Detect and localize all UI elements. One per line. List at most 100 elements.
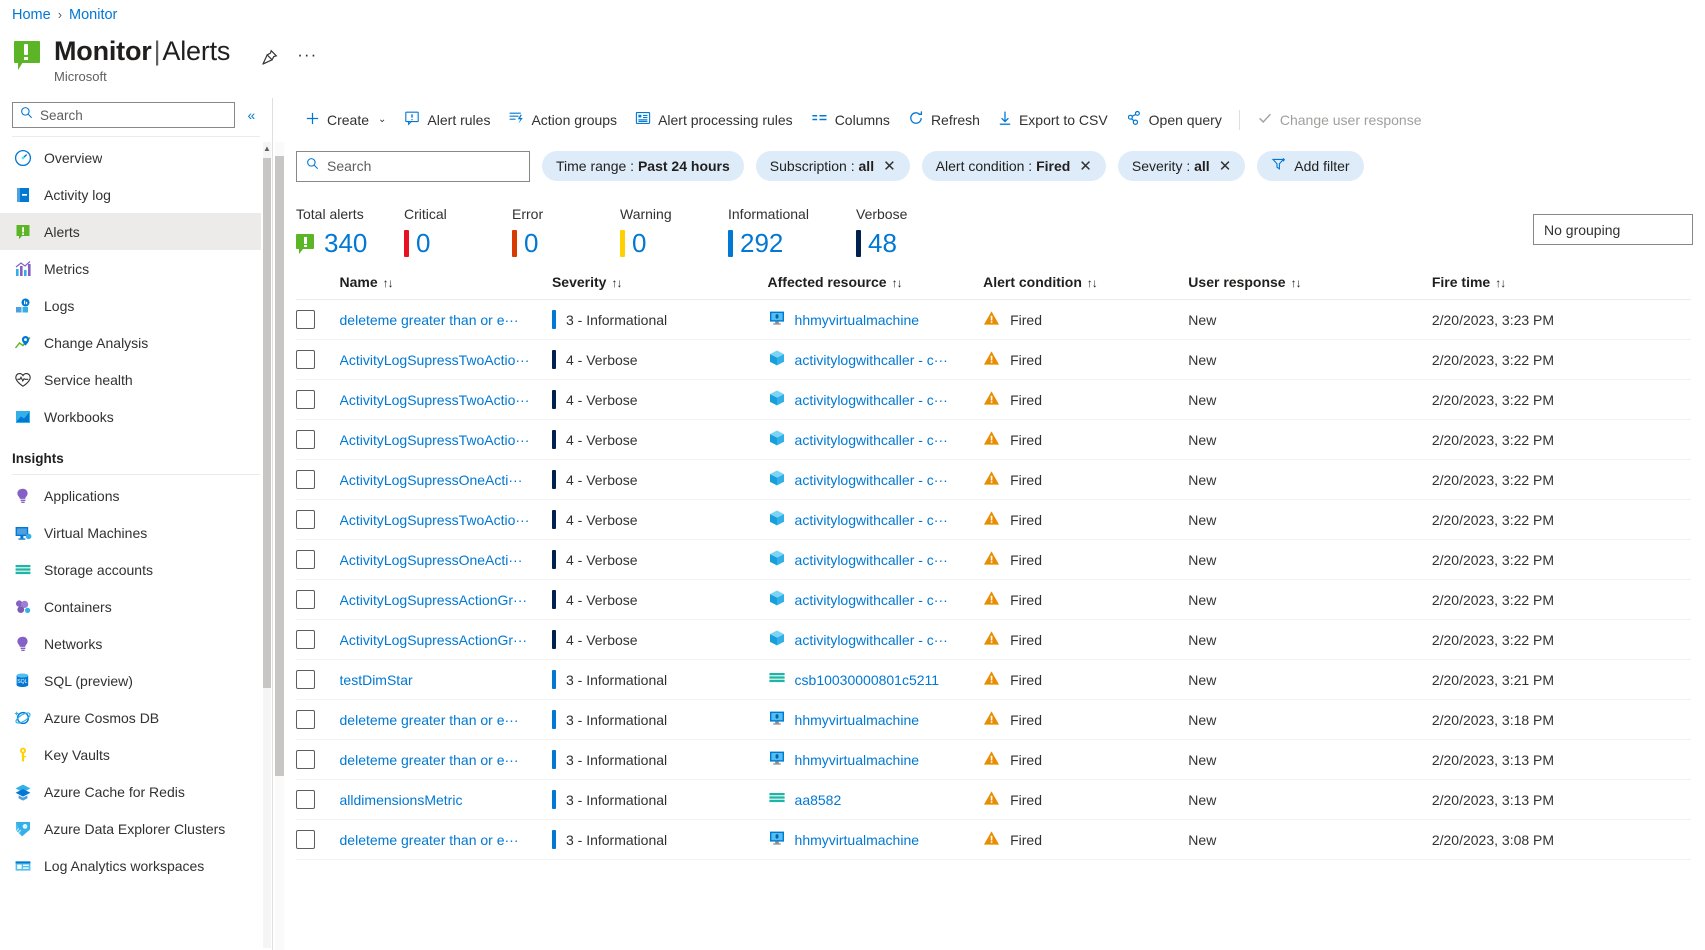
row-checkbox[interactable] (296, 670, 315, 689)
alert-processing-rules-button[interactable]: Alert processing rules (626, 104, 802, 136)
table-row[interactable]: deleteme greater than or e···3 - Informa… (296, 740, 1691, 780)
sidebar-collapse-button[interactable]: « (241, 102, 262, 128)
sidebar-item-log-analytics-workspaces[interactable]: Log Analytics workspaces (0, 847, 272, 884)
sidebar-item-metrics[interactable]: Metrics (0, 250, 272, 287)
grouping-dropdown[interactable]: No grouping (1533, 214, 1693, 245)
sidebar-item-azure-cosmos-db[interactable]: Azure Cosmos DB (0, 699, 272, 736)
table-row[interactable]: ActivityLogSupressActionGr···4 - Verbose… (296, 620, 1691, 660)
sidebar-item-storage-accounts[interactable]: Storage accounts (0, 551, 272, 588)
resource-link[interactable]: activitylogwithcaller - c··· (795, 432, 948, 448)
alert-name-link[interactable]: ActivityLogSupressActionGr··· (340, 632, 528, 648)
table-row[interactable]: deleteme greater than or e···3 - Informa… (296, 820, 1691, 860)
alert-name-link[interactable]: deleteme greater than or e··· (340, 312, 519, 328)
alert-name-link[interactable]: ActivityLogSupressTwoActio··· (340, 512, 530, 528)
table-row[interactable]: ActivityLogSupressTwoActio···4 - Verbose… (296, 380, 1691, 420)
table-row[interactable]: ActivityLogSupressActionGr···4 - Verbose… (296, 580, 1691, 620)
resource-link[interactable]: hhmyvirtualmachine (795, 312, 920, 328)
sidebar-item-change-analysis[interactable]: Change Analysis (0, 324, 272, 361)
table-row[interactable]: ActivityLogSupressTwoActio···4 - Verbose… (296, 500, 1691, 540)
table-row[interactable]: alldimensionsMetric3 - Informationalaa85… (296, 780, 1691, 820)
summary-total-alerts[interactable]: Total alerts 340 (296, 204, 404, 258)
row-checkbox[interactable] (296, 630, 315, 649)
row-checkbox[interactable] (296, 750, 315, 769)
remove-filter-icon[interactable]: ✕ (883, 159, 896, 174)
column-header-affected-resource[interactable]: Affected resource↑↓ (768, 266, 984, 300)
column-header-severity[interactable]: Severity↑↓ (552, 266, 768, 300)
sidebar-item-overview[interactable]: Overview (0, 139, 272, 176)
resource-link[interactable]: aa8582 (795, 792, 842, 808)
row-checkbox[interactable] (296, 350, 315, 369)
resource-link[interactable]: csb10030000801c5211 (795, 672, 940, 688)
table-row[interactable]: deleteme greater than or e···3 - Informa… (296, 700, 1691, 740)
change-user-response-button[interactable]: Change user response (1248, 104, 1431, 136)
row-checkbox[interactable] (296, 550, 315, 569)
summary-error[interactable]: Error 0 (512, 204, 620, 258)
column-header-name[interactable]: Name↑↓ (340, 266, 552, 300)
alert-name-link[interactable]: ActivityLogSupressActionGr··· (340, 592, 528, 608)
more-options-button[interactable]: ··· (292, 44, 322, 74)
alert-name-link[interactable]: ActivityLogSupressOneActi··· (340, 472, 523, 488)
sidebar-item-containers[interactable]: Containers (0, 588, 272, 625)
resource-link[interactable]: hhmyvirtualmachine (795, 752, 920, 768)
row-checkbox[interactable] (296, 830, 315, 849)
open-query-button[interactable]: Open query (1117, 104, 1231, 136)
sidebar-item-workbooks[interactable]: Workbooks (0, 398, 272, 435)
remove-filter-icon[interactable]: ✕ (1079, 159, 1092, 174)
resource-link[interactable]: activitylogwithcaller - c··· (795, 592, 948, 608)
row-checkbox[interactable] (296, 390, 315, 409)
filter-pill-subscription[interactable]: Subscription : all ✕ (756, 151, 910, 181)
resource-link[interactable]: activitylogwithcaller - c··· (795, 512, 948, 528)
breadcrumb-home[interactable]: Home (12, 7, 51, 23)
sidebar-item-applications[interactable]: Applications (0, 477, 272, 514)
resource-link[interactable]: activitylogwithcaller - c··· (795, 352, 948, 368)
pin-button[interactable] (254, 44, 284, 74)
summary-informational[interactable]: Informational 292 (728, 204, 856, 258)
alert-name-link[interactable]: ActivityLogSupressTwoActio··· (340, 432, 530, 448)
alert-name-link[interactable]: alldimensionsMetric (340, 792, 463, 808)
alerts-search-box[interactable] (296, 151, 530, 182)
filter-pill-alert-condition[interactable]: Alert condition : Fired ✕ (922, 151, 1106, 181)
row-checkbox[interactable] (296, 590, 315, 609)
sidebar-item-virtual-machines[interactable]: Virtual Machines (0, 514, 272, 551)
row-checkbox[interactable] (296, 310, 315, 329)
alert-name-link[interactable]: ActivityLogSupressOneActi··· (340, 552, 523, 568)
alert-rules-button[interactable]: Alert rules (395, 104, 499, 136)
resource-link[interactable]: activitylogwithcaller - c··· (795, 632, 948, 648)
table-row[interactable]: ActivityLogSupressOneActi···4 - Verbosea… (296, 540, 1691, 580)
alert-name-link[interactable]: testDimStar (340, 672, 413, 688)
resource-link[interactable]: hhmyvirtualmachine (795, 712, 920, 728)
summary-critical[interactable]: Critical 0 (404, 204, 512, 258)
row-checkbox[interactable] (296, 510, 315, 529)
table-row[interactable]: deleteme greater than or e···3 - Informa… (296, 300, 1691, 340)
alert-name-link[interactable]: deleteme greater than or e··· (340, 712, 519, 728)
sidebar-scrollbar-thumb[interactable] (263, 158, 271, 688)
remove-filter-icon[interactable]: ✕ (1219, 159, 1232, 174)
sidebar-item-logs[interactable]: Logs (0, 287, 272, 324)
row-checkbox[interactable] (296, 470, 315, 489)
alert-name-link[interactable]: deleteme greater than or e··· (340, 832, 519, 848)
resource-link[interactable]: activitylogwithcaller - c··· (795, 552, 948, 568)
row-checkbox[interactable] (296, 790, 315, 809)
sidebar-item-activity-log[interactable]: Activity log (0, 176, 272, 213)
filter-pill-severity[interactable]: Severity : all ✕ (1118, 151, 1245, 181)
columns-button[interactable]: Columns (802, 104, 899, 136)
export-to-csv-button[interactable]: Export to CSV (989, 104, 1117, 136)
column-header-fire-time[interactable]: Fire time↑↓ (1432, 266, 1691, 300)
table-row[interactable]: ActivityLogSupressTwoActio···4 - Verbose… (296, 340, 1691, 380)
action-groups-button[interactable]: Action groups (499, 104, 626, 136)
sidebar-item-sql-preview[interactable]: SQL SQL (preview) (0, 662, 272, 699)
alert-name-link[interactable]: deleteme greater than or e··· (340, 752, 519, 768)
sidebar-scroll-up-icon[interactable]: ▲ (263, 142, 271, 155)
resource-link[interactable]: activitylogwithcaller - c··· (795, 472, 948, 488)
sidebar-search-input[interactable] (38, 107, 233, 124)
sidebar-item-networks[interactable]: Networks (0, 625, 272, 662)
table-row[interactable]: ActivityLogSupressTwoActio···4 - Verbose… (296, 420, 1691, 460)
table-row[interactable]: ActivityLogSupressOneActi···4 - Verbosea… (296, 460, 1691, 500)
main-scrollbar-thumb[interactable] (275, 156, 284, 776)
alerts-search-input[interactable] (325, 157, 505, 175)
summary-verbose[interactable]: Verbose 48 (856, 204, 964, 258)
sidebar-item-azure-cache-for-redis[interactable]: Azure Cache for Redis (0, 773, 272, 810)
table-row[interactable]: testDimStar3 - Informationalcsb100300008… (296, 660, 1691, 700)
refresh-button[interactable]: Refresh (899, 104, 989, 136)
add-filter-button[interactable]: Add filter (1257, 151, 1363, 181)
